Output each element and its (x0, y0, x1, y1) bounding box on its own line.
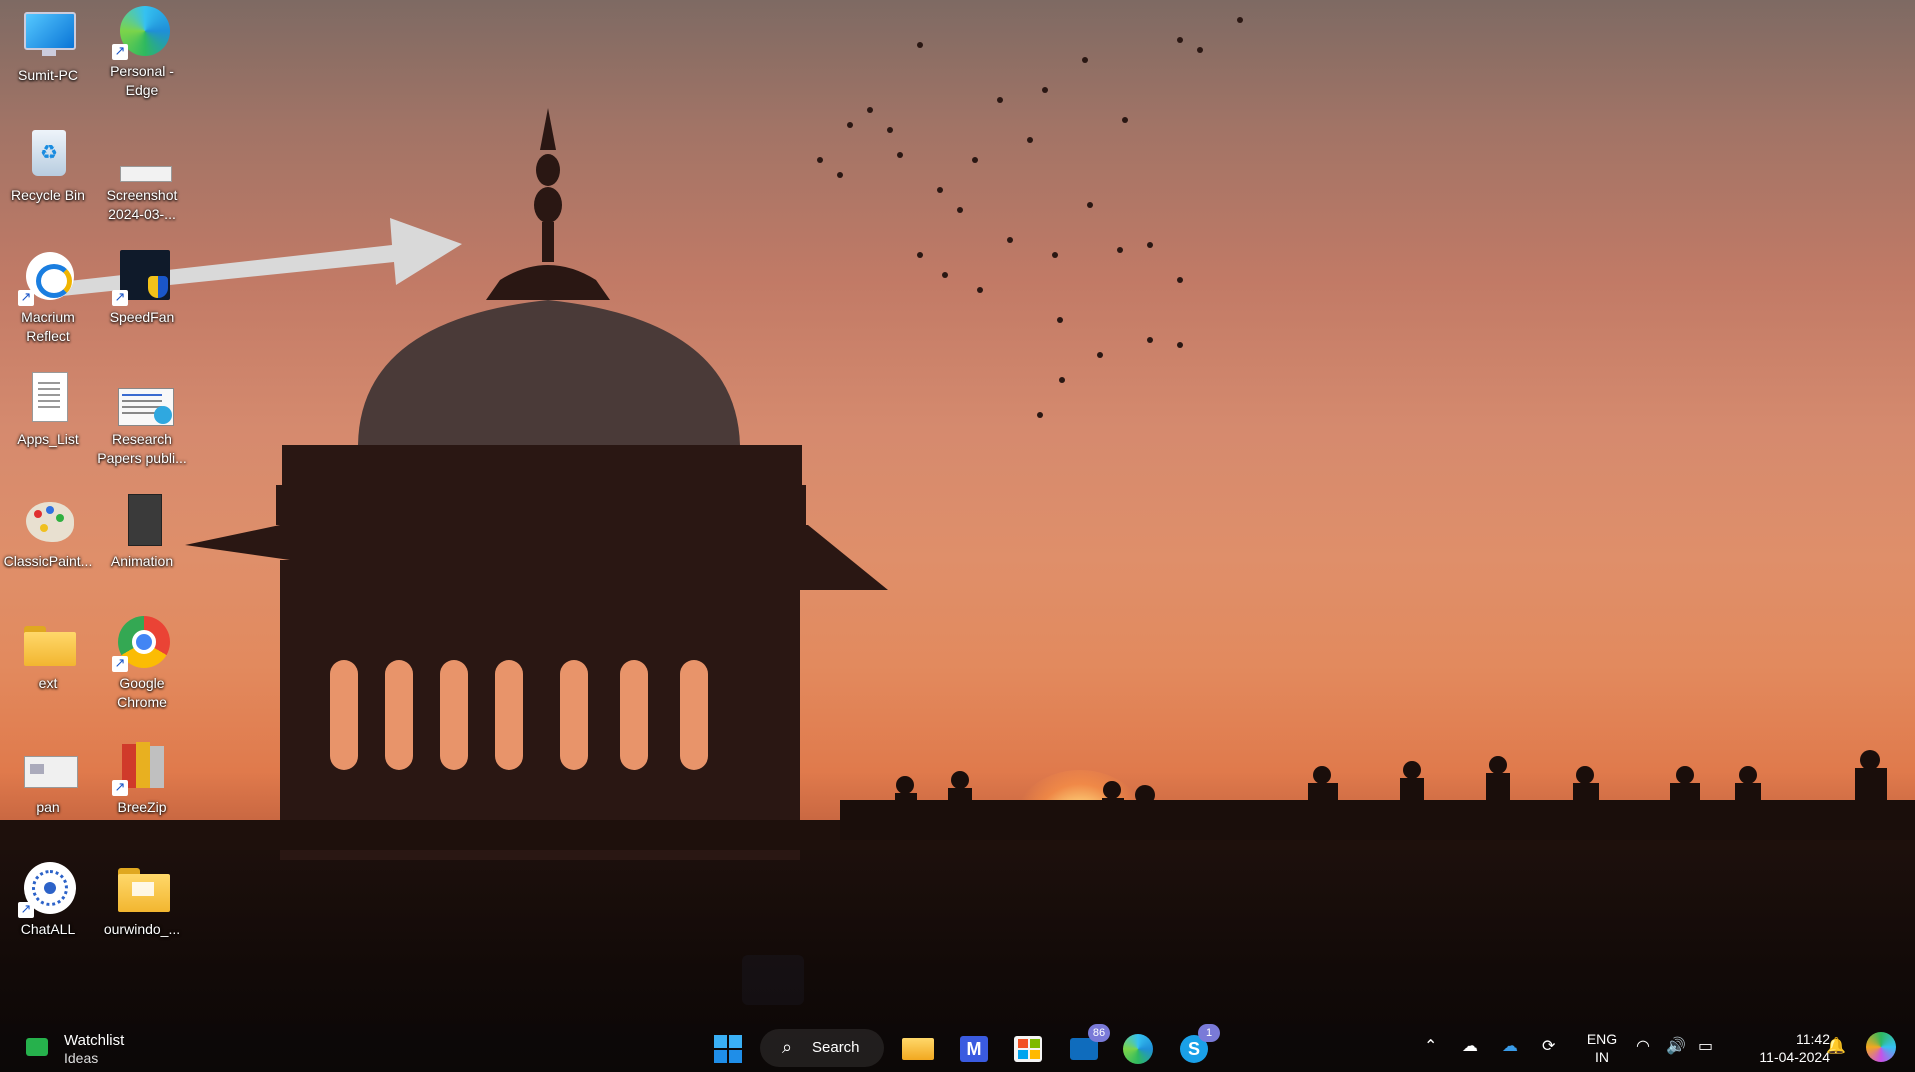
desktop-icon-animation[interactable]: Animation (96, 492, 188, 571)
windows-logo-icon (714, 1035, 742, 1063)
desktop-icon-label: ext (38, 675, 58, 691)
widget-hint (742, 955, 804, 1005)
desktop-icon-recycle-bin[interactable]: ♻ Recycle Bin (2, 126, 94, 205)
desktop-icon-chrome[interactable]: ↗ Google Chrome (96, 614, 188, 712)
taskbar-app-file-explorer[interactable] (900, 1032, 936, 1064)
desktop: Sumit-PC ↗ Personal - Edge ♻ Recycle Bin… (0, 0, 1915, 1072)
chatall-icon: ↗ (18, 860, 76, 918)
desktop-icon-classicpaint[interactable]: ClassicPaint... (2, 492, 94, 571)
desktop-icon-label: Apps_List (17, 431, 79, 447)
stock-chart-icon (26, 1038, 48, 1056)
desktop-icon-label: BreeZip (117, 799, 167, 815)
shortcut-arrow-icon: ↗ (18, 290, 34, 306)
desktop-icon-apps-list[interactable]: Apps_List (2, 370, 94, 449)
card-image-icon (20, 738, 78, 794)
shortcut-arrow-icon: ↗ (112, 290, 128, 306)
macrium-icon: ↗ (18, 248, 76, 306)
clock[interactable]: 11:42 11-04-2024 (1730, 1030, 1830, 1065)
desktop-icon-label: Macrium Reflect (21, 309, 75, 344)
taskbar-app-m[interactable]: M (956, 1032, 992, 1064)
widget-subtitle: Ideas (64, 1050, 99, 1066)
search-button[interactable]: ⌕ Search (760, 1029, 884, 1067)
image-file-icon (114, 126, 172, 182)
edge-icon: ↗ (112, 2, 170, 60)
desktop-icon-label: Sumit-PC (18, 67, 78, 83)
folder-icon (20, 614, 76, 670)
sync-icon[interactable]: ⟳ (1542, 1036, 1555, 1060)
taskbar-app-edge-dev[interactable] (1120, 1032, 1156, 1064)
shortcut-arrow-icon: ↗ (112, 656, 128, 672)
folder-icon (114, 860, 170, 916)
folder-icon (902, 1038, 934, 1060)
desktop-icon-screenshot[interactable]: Screenshot 2024-03-... (96, 126, 188, 224)
taskbar: Watchlist Ideas ⌕ Search M 86 S 1 ⌃ ☁ ☁ … (0, 1024, 1915, 1072)
desktop-icon-label: ClassicPaint... (3, 553, 93, 569)
document-icon (114, 370, 174, 426)
volume-icon[interactable]: 🔊 (1666, 1036, 1686, 1060)
desktop-icon-label: Animation (110, 553, 174, 569)
desktop-icon-chatall[interactable]: ↗ ChatALL (2, 860, 94, 939)
desktop-icon-edge[interactable]: ↗ Personal - Edge (96, 2, 188, 100)
edge-dev-icon (1123, 1034, 1153, 1064)
search-icon: ⌕ (782, 1037, 793, 1057)
desktop-icon-label: Screenshot 2024-03-... (106, 187, 178, 222)
taskbar-app-mail[interactable]: 86 (1066, 1024, 1110, 1064)
desktop-icon-label: ChatALL (20, 921, 76, 937)
battery-icon[interactable]: ▭ (1698, 1036, 1713, 1060)
recycle-bin-icon: ♻ (20, 126, 76, 182)
notification-badge: 1 (1198, 1024, 1220, 1042)
taskbar-app-store[interactable] (1010, 1032, 1046, 1064)
desktop-icon-speedfan[interactable]: ↗ SpeedFan (96, 248, 188, 327)
desktop-icon-label: pan (36, 799, 60, 815)
desktop-icon-label: Google Chrome (117, 675, 167, 710)
shortcut-arrow-icon: ↗ (112, 780, 128, 796)
notification-bell-icon[interactable]: 🔔 (1826, 1036, 1846, 1060)
start-button[interactable] (712, 1032, 744, 1064)
copilot-icon[interactable] (1866, 1032, 1896, 1062)
desktop-icon-label: ourwindo_... (103, 921, 181, 937)
region-code: IN (1595, 1049, 1609, 1065)
desktop-icon-label: Research Papers publi... (97, 431, 187, 466)
store-icon (1014, 1036, 1042, 1062)
clock-time: 11:42 (1796, 1031, 1830, 1047)
desktop-icon-breezip[interactable]: ↗ BreeZip (96, 738, 188, 817)
desktop-icon-macrium[interactable]: ↗ Macrium Reflect (2, 248, 94, 346)
wallpaper-silhouette (0, 17, 1915, 860)
wifi-icon[interactable]: ◠ (1636, 1036, 1650, 1060)
search-label: Search (812, 1039, 860, 1056)
desktop-icon-research[interactable]: Research Papers publi... (96, 370, 188, 468)
text-file-icon (20, 370, 76, 426)
monitor-icon (20, 6, 76, 62)
chrome-icon: ↗ (112, 614, 170, 672)
app-m-icon: M (960, 1036, 988, 1062)
desktop-icon-sumit-pc[interactable]: Sumit-PC (2, 6, 94, 85)
shortcut-arrow-icon: ↗ (18, 902, 34, 918)
desktop-icon-ext[interactable]: ext (2, 614, 94, 693)
desktop-icon-ourwindo[interactable]: ourwindo_... (96, 860, 188, 939)
clock-date: 11-04-2024 (1759, 1049, 1830, 1065)
shortcut-arrow-icon: ↗ (112, 44, 128, 60)
desktop-icon-label: Recycle Bin (11, 187, 85, 203)
desktop-icon-label: SpeedFan (109, 309, 175, 325)
onedrive-icon[interactable]: ☁ (1502, 1036, 1518, 1060)
cloud-icon[interactable]: ☁ (1462, 1036, 1478, 1060)
taskbar-app-skype[interactable]: S 1 (1176, 1024, 1220, 1064)
widgets-button[interactable]: Watchlist Ideas (22, 1028, 162, 1068)
video-file-icon (114, 492, 170, 548)
language-code: ENG (1586, 1031, 1618, 1047)
desktop-icon-pan[interactable]: pan (2, 738, 94, 817)
language-indicator[interactable]: ENG IN (1584, 1030, 1620, 1065)
paint-palette-icon (20, 492, 76, 548)
widget-title: Watchlist (64, 1032, 125, 1049)
speedfan-icon: ↗ (112, 248, 170, 306)
notification-badge: 86 (1088, 1024, 1110, 1042)
desktop-icon-label: Personal - Edge (110, 63, 174, 98)
chevron-up-icon[interactable]: ⌃ (1424, 1036, 1437, 1060)
breezip-icon: ↗ (112, 738, 170, 796)
